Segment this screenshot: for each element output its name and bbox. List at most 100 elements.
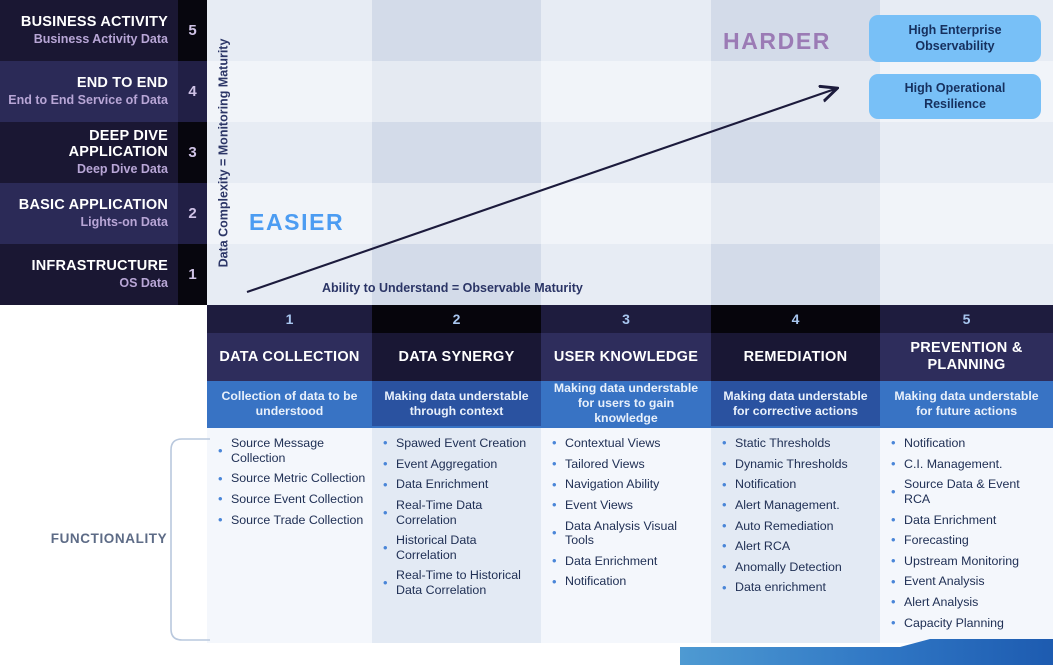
maturity-level-subtitle: Lights-on Data bbox=[80, 215, 169, 230]
list-item: Notification bbox=[721, 477, 874, 492]
y-axis-label: Data Complexity = Monitoring Maturity bbox=[212, 0, 234, 305]
maturity-level-row-5: BUSINESS ACTIVITY Business Activity Data 5 bbox=[0, 0, 207, 61]
list-item: Capacity Planning bbox=[890, 616, 1047, 631]
column-name-text: DATA COLLECTION bbox=[219, 348, 360, 365]
list-item: Historical Data Correlation bbox=[382, 533, 535, 562]
list-item: Event Analysis bbox=[890, 574, 1047, 589]
column-name-5: PREVENTION & PLANNING bbox=[880, 333, 1053, 381]
functionality-list-column-3: Contextual Views Tailored Views Navigation… bbox=[541, 428, 711, 643]
y-axis-label-text: Data Complexity = Monitoring Maturity bbox=[216, 38, 230, 267]
column-description-3: Making data understable for users to gai… bbox=[541, 381, 711, 426]
list-item: Tailored Views bbox=[551, 457, 705, 472]
maturity-level-row-4: END TO END End to End Service of Data 4 bbox=[0, 61, 207, 122]
list-item: Anomally Detection bbox=[721, 560, 874, 575]
functionality-list: Source Message Collection Source Metric C… bbox=[217, 436, 366, 527]
column-number-5: 5 bbox=[880, 305, 1053, 333]
list-item: Spawed Event Creation bbox=[382, 436, 535, 451]
column-number-text: 2 bbox=[452, 311, 461, 327]
maturity-level-title: INFRASTRUCTURE bbox=[31, 257, 168, 274]
list-item: Data Enrichment bbox=[890, 513, 1047, 528]
list-item: Source Event Collection bbox=[217, 492, 366, 507]
list-item: Source Data & Event RCA bbox=[890, 477, 1047, 506]
list-item: Notification bbox=[551, 574, 705, 589]
outcome-pill-operational-resilience[interactable]: High Operational Resilience bbox=[869, 74, 1041, 119]
column-number-text: 3 bbox=[622, 311, 630, 327]
column-number-3: 3 bbox=[541, 305, 711, 333]
maturity-level-title: END TO END bbox=[76, 74, 168, 91]
functionality-list-column-2: Spawed Event Creation Event Aggregation Da… bbox=[372, 428, 541, 643]
functionality-list-column-1: Source Message Collection Source Metric C… bbox=[207, 428, 372, 643]
maturity-level-subtitle: Business Activity Data bbox=[33, 32, 168, 47]
maturity-level-title: DEEP DIVE APPLICATION bbox=[68, 127, 168, 160]
list-item: Alert Analysis bbox=[890, 595, 1047, 610]
column-name-text: REMEDIATION bbox=[743, 348, 848, 365]
list-item: Alert RCA bbox=[721, 539, 874, 554]
functionality-label: FUNCTIONALITY bbox=[50, 531, 168, 546]
list-item: Data Enrichment bbox=[382, 477, 535, 492]
functionality-list-column-5: Notification C.I. Management. Source Data … bbox=[880, 428, 1053, 643]
column-description-text: Making data understable through context bbox=[384, 388, 529, 418]
maturity-level-number: 5 bbox=[178, 0, 207, 61]
column-number-4: 4 bbox=[711, 305, 880, 333]
functionality-bracket-icon bbox=[170, 438, 210, 641]
list-item: Data Enrichment bbox=[551, 554, 705, 569]
column-name-4: REMEDIATION bbox=[711, 333, 880, 381]
column-description-4: Making data understable for corrective a… bbox=[711, 381, 880, 426]
list-item: Alert Management. bbox=[721, 498, 874, 513]
outcome-pill-enterprise-observability[interactable]: High Enterprise Observability bbox=[869, 15, 1041, 62]
maturity-level-title: BASIC APPLICATION bbox=[18, 196, 168, 213]
list-item: Real-Time Data Correlation bbox=[382, 498, 535, 527]
bottom-progress-banner-icon bbox=[680, 639, 1053, 665]
maturity-level-subtitle: OS Data bbox=[119, 276, 168, 291]
functionality-list: Static Thresholds Dynamic Thresholds Notif… bbox=[721, 436, 874, 595]
column-name-text: PREVENTION & PLANNING bbox=[910, 340, 1023, 373]
maturity-level-label: INFRASTRUCTURE OS Data bbox=[0, 244, 178, 305]
list-item: Event Views bbox=[551, 498, 705, 513]
column-description-text: Collection of data to be understood bbox=[221, 388, 358, 418]
functionality-list: Contextual Views Tailored Views Navigation… bbox=[551, 436, 705, 589]
maturity-level-label: BUSINESS ACTIVITY Business Activity Data bbox=[0, 0, 178, 61]
maturity-level-sidebar: BUSINESS ACTIVITY Business Activity Data 5… bbox=[0, 0, 207, 305]
matrix-row-1 bbox=[207, 244, 1053, 305]
list-item: Data Analysis Visual Tools bbox=[551, 519, 705, 548]
list-item: Navigation Ability bbox=[551, 477, 705, 492]
maturity-level-label: END TO END End to End Service of Data bbox=[0, 61, 178, 122]
maturity-level-title: BUSINESS ACTIVITY bbox=[20, 13, 168, 30]
column-number-text: 1 bbox=[285, 311, 294, 327]
maturity-level-row-2: BASIC APPLICATION Lights-on Data 2 bbox=[0, 183, 207, 244]
maturity-level-row-1: INFRASTRUCTURE OS Data 1 bbox=[0, 244, 207, 305]
column-number-1: 1 bbox=[207, 305, 372, 333]
column-description-band: Collection of data to be understood Makin… bbox=[207, 381, 1053, 426]
maturity-level-label: DEEP DIVE APPLICATION Deep Dive Data bbox=[0, 122, 178, 183]
column-number-text: 4 bbox=[791, 311, 800, 327]
outcome-pill-label: High Operational Resilience bbox=[904, 81, 1006, 111]
column-description-text: Making data understable for future actio… bbox=[894, 388, 1039, 418]
column-name-1: DATA COLLECTION bbox=[207, 333, 372, 381]
list-item: Notification bbox=[890, 436, 1047, 451]
list-item: Source Trade Collection bbox=[217, 513, 366, 528]
maturity-level-label: BASIC APPLICATION Lights-on Data bbox=[0, 183, 178, 244]
list-item: Static Thresholds bbox=[721, 436, 874, 451]
maturity-level-number: 2 bbox=[178, 183, 207, 244]
maturity-level-number: 3 bbox=[178, 122, 207, 183]
list-item: Forecasting bbox=[890, 533, 1047, 548]
column-description-text: Making data understable for users to gai… bbox=[553, 381, 699, 425]
column-name-2: DATA SYNERGY bbox=[372, 333, 541, 381]
list-item: Source Metric Collection bbox=[217, 471, 366, 486]
functionality-list-column-4: Static Thresholds Dynamic Thresholds Notif… bbox=[711, 428, 880, 643]
column-number-text: 5 bbox=[962, 311, 971, 327]
x-axis-label: Ability to Understand = Observable Matur… bbox=[322, 281, 583, 295]
maturity-level-number: 1 bbox=[178, 244, 207, 305]
functionality-lists: Source Message Collection Source Metric C… bbox=[207, 428, 1053, 643]
matrix-row-3 bbox=[207, 122, 1053, 183]
column-description-2: Making data understable through context bbox=[372, 381, 541, 426]
maturity-matrix-diagram: BUSINESS ACTIVITY Business Activity Data 5… bbox=[0, 0, 1053, 665]
easier-label: EASIER bbox=[249, 209, 345, 235]
column-name-text: DATA SYNERGY bbox=[398, 348, 515, 365]
list-item: C.I. Management. bbox=[890, 457, 1047, 472]
maturity-level-number: 4 bbox=[178, 61, 207, 122]
column-number-2: 2 bbox=[372, 305, 541, 333]
maturity-level-subtitle: End to End Service of Data bbox=[8, 93, 168, 108]
maturity-level-row-3: DEEP DIVE APPLICATION Deep Dive Data 3 bbox=[0, 122, 207, 183]
column-number-band: 1 2 3 4 5 bbox=[207, 305, 1053, 333]
